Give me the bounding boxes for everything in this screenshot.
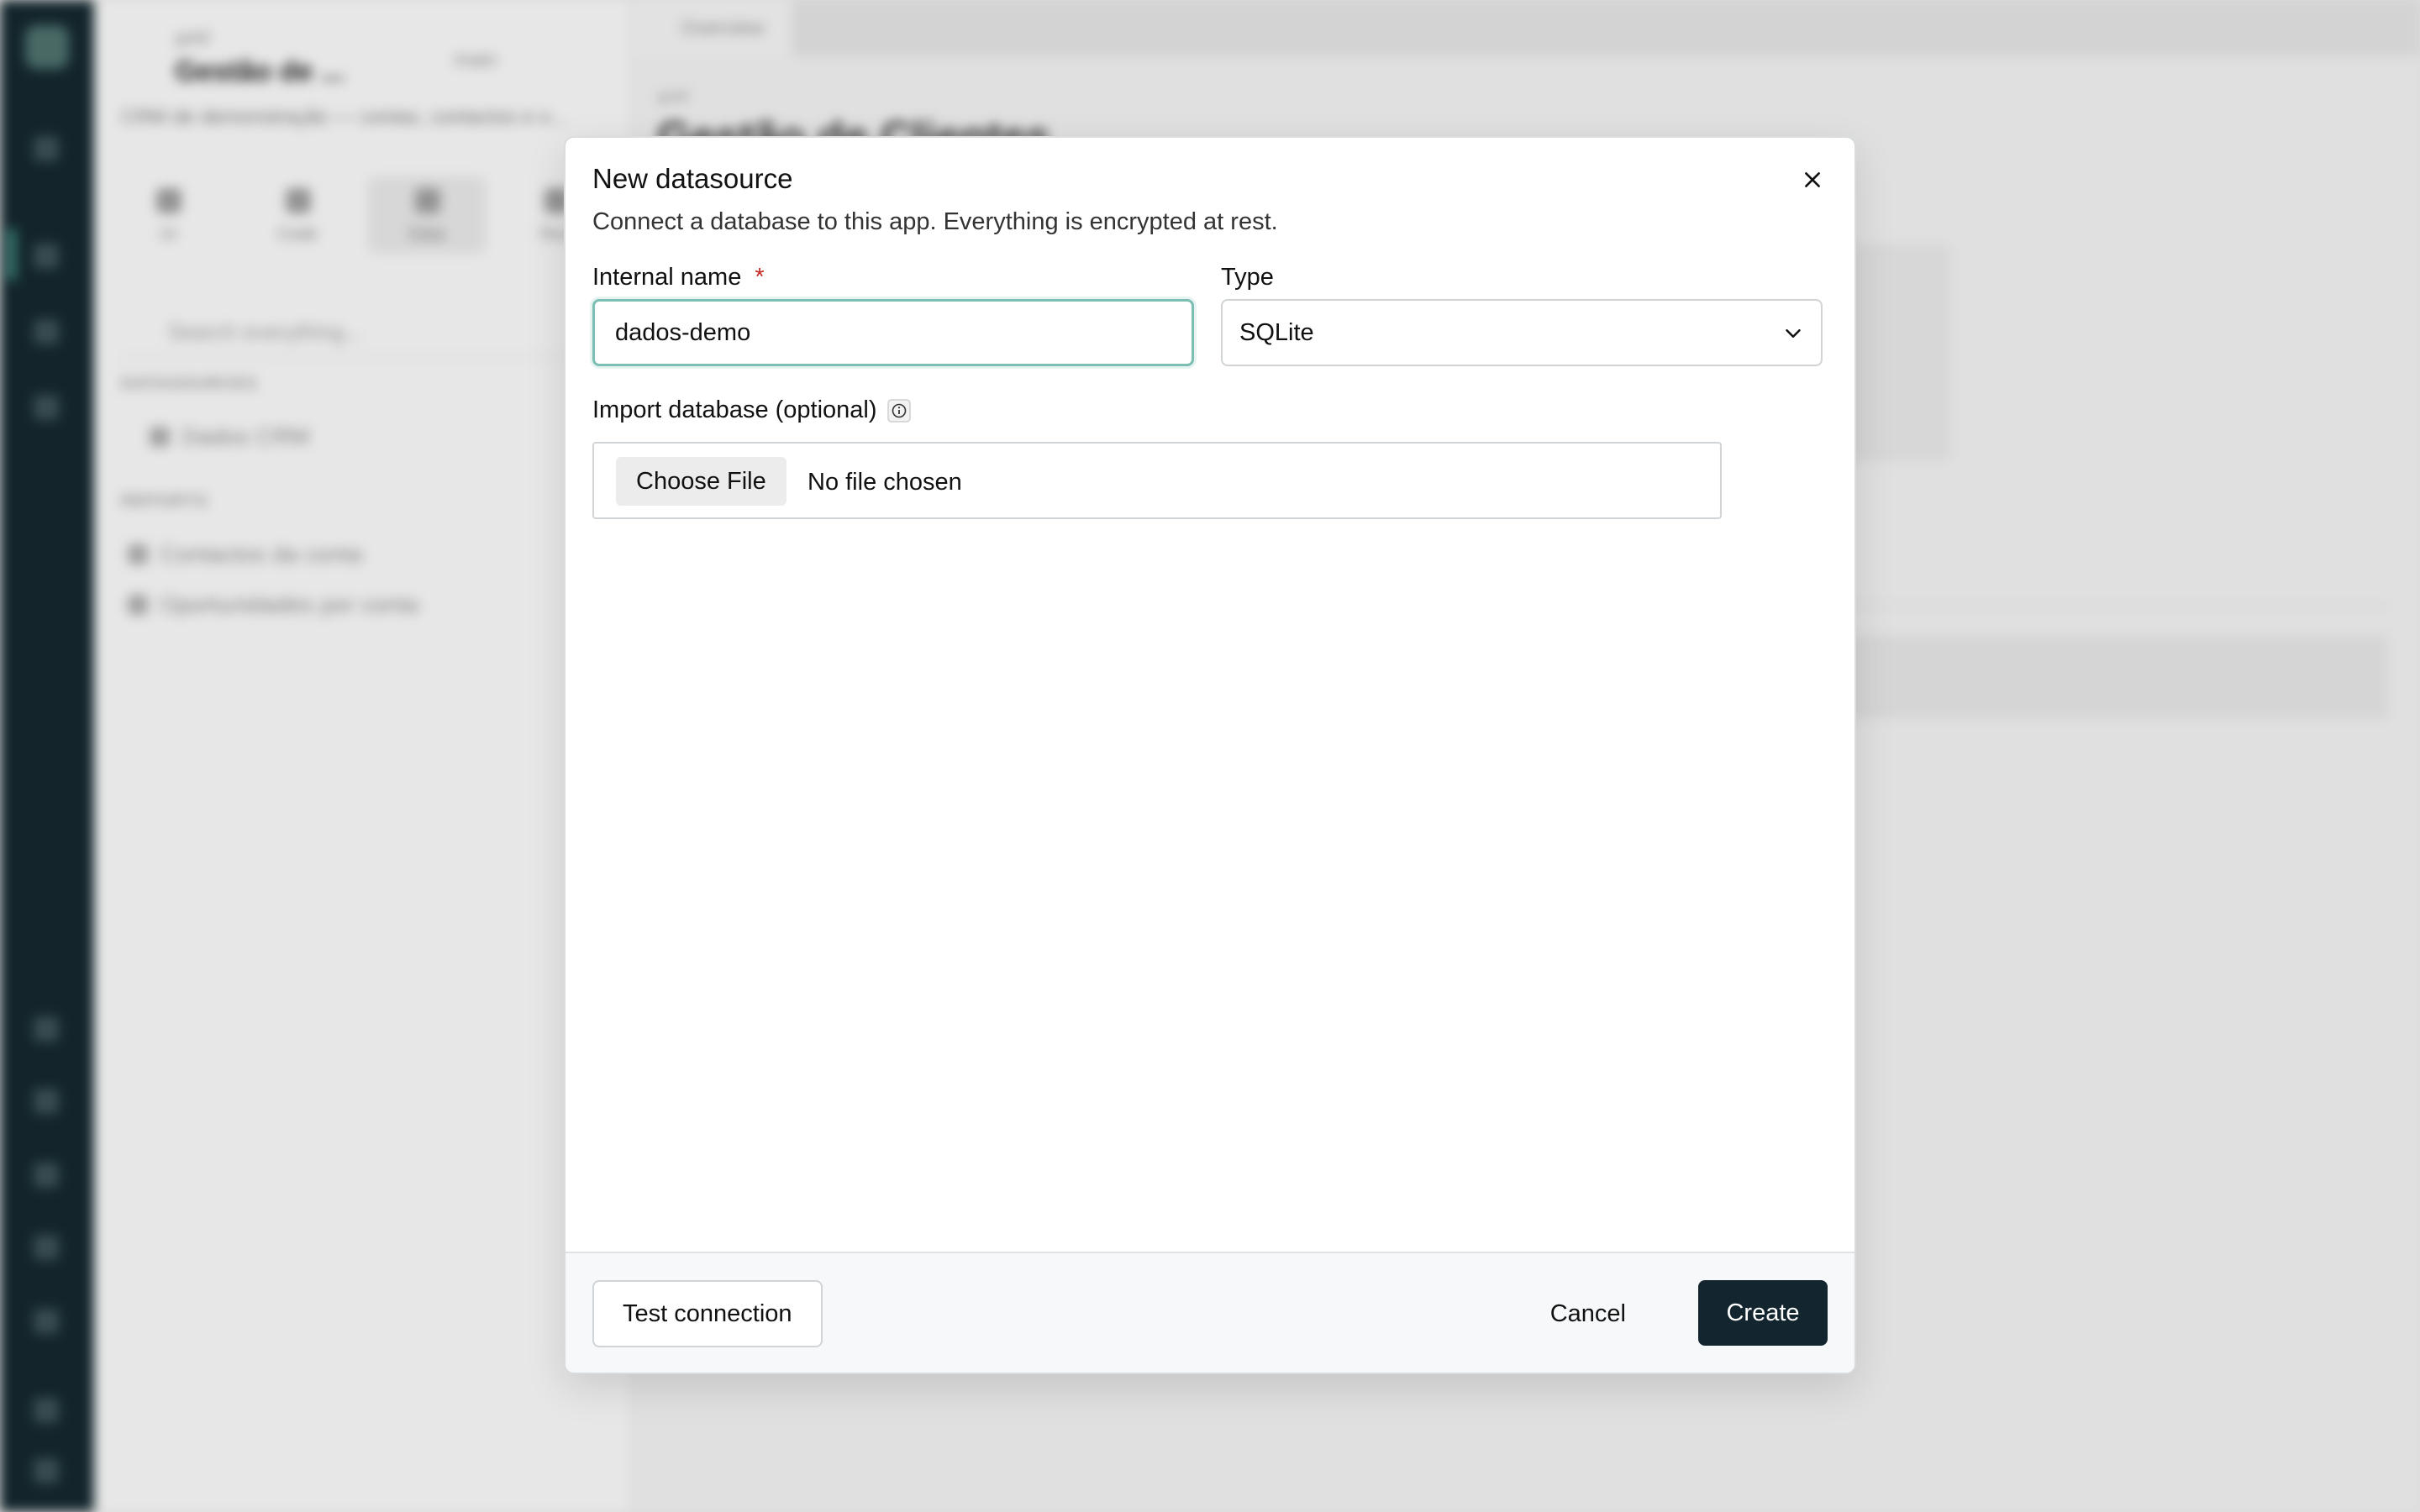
- info-icon[interactable]: [886, 399, 911, 423]
- choose-file-button[interactable]: Choose File: [616, 457, 786, 506]
- import-label: Import database (optional): [592, 396, 911, 424]
- required-mark: *: [755, 264, 765, 291]
- test-connection-button[interactable]: Test connection: [592, 1280, 823, 1347]
- file-status: No file chosen: [808, 469, 962, 496]
- close-icon: [1805, 172, 1820, 187]
- internal-name-label: Internal name *: [592, 264, 765, 291]
- internal-name-input[interactable]: [592, 299, 1194, 366]
- file-input[interactable]: Choose File No file chosen: [592, 442, 1722, 519]
- dialog-title: New datasource: [592, 163, 793, 194]
- import-label-text: Import database (optional): [592, 396, 877, 423]
- type-select[interactable]: SQLite: [1221, 299, 1823, 366]
- internal-name-label-text: Internal name: [592, 264, 742, 291]
- dialog-description: Connect a database to this app. Everythi…: [592, 208, 1278, 235]
- new-datasource-dialog: New datasource Connect a database to thi…: [564, 136, 1856, 1374]
- type-select-value: SQLite: [1239, 319, 1314, 346]
- chevron-down-icon: [1786, 329, 1801, 338]
- type-label: Type: [1221, 264, 1274, 291]
- close-button[interactable]: [1792, 160, 1833, 200]
- cancel-button[interactable]: Cancel: [1520, 1280, 1656, 1347]
- create-button[interactable]: Create: [1698, 1280, 1828, 1346]
- dialog-footer: Test connection Cancel Create: [566, 1252, 1854, 1373]
